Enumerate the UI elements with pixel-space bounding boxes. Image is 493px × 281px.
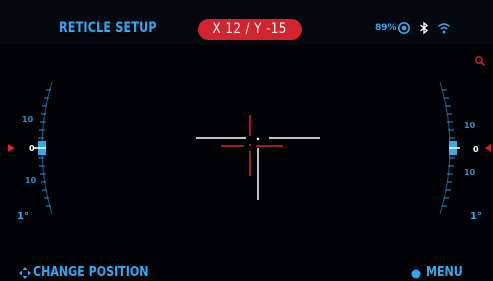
reticle-crosshair (196, 115, 320, 200)
change-position-label: CHANGE POSITION (33, 265, 149, 280)
menu-label: MENU (426, 265, 463, 280)
menu-button-icon (411, 269, 421, 279)
dpad-icon (19, 267, 31, 279)
reticle-setup-screen: RETICLE SETUP X 12 / Y -15 89% 10 0 10 1… (0, 0, 493, 281)
